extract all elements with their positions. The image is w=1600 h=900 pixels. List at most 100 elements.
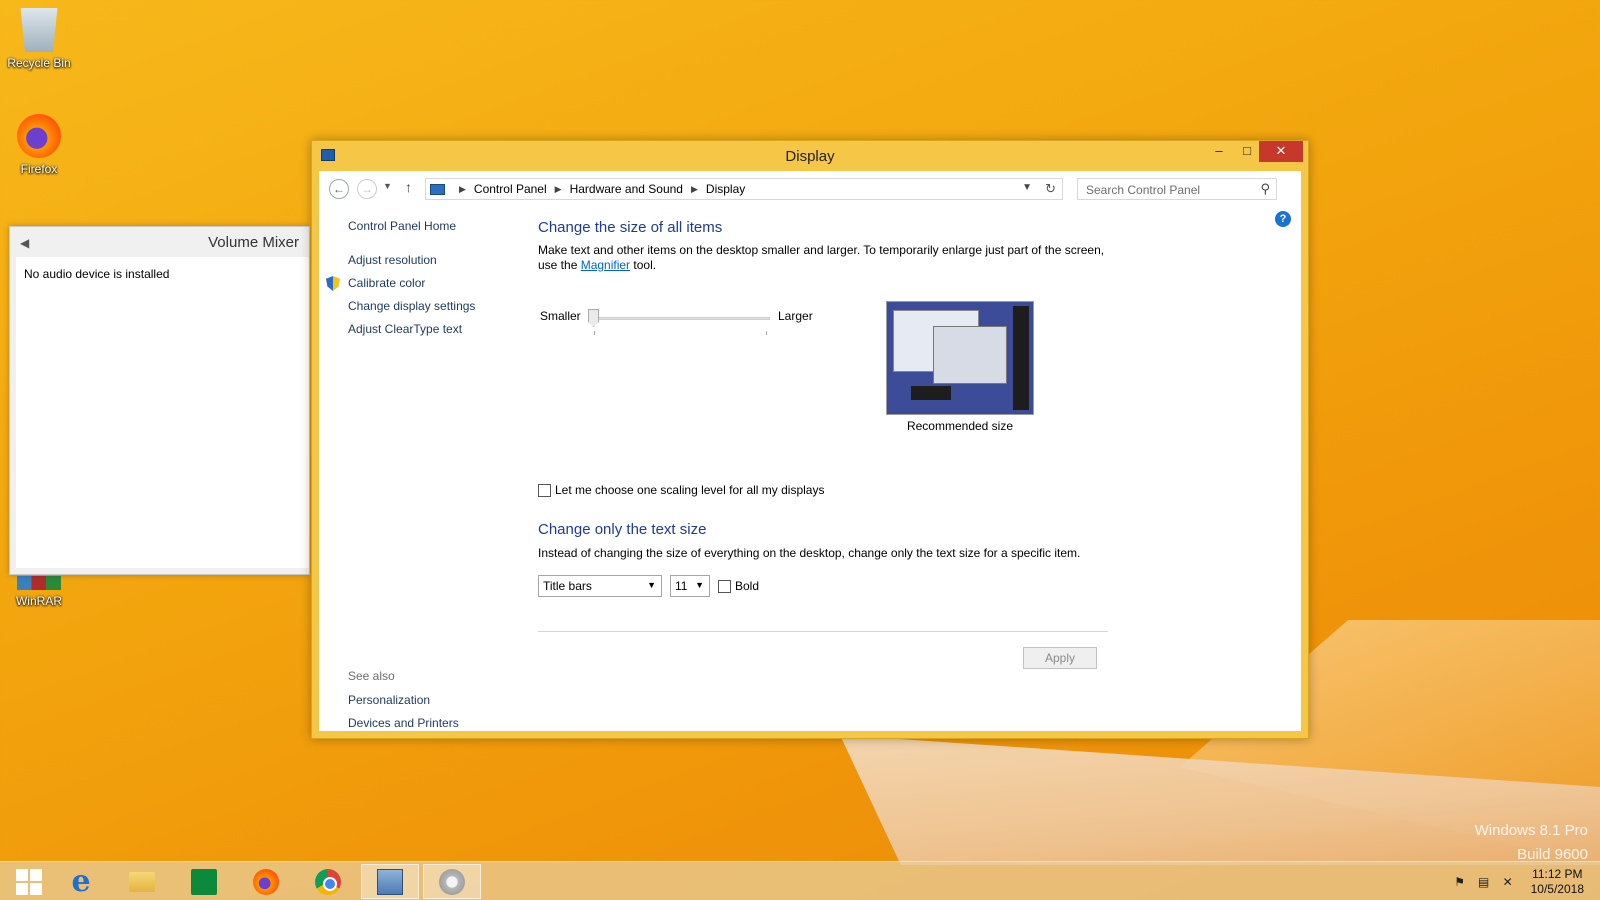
taskbar-store[interactable] [175,864,233,899]
taskbar-firefox[interactable] [237,864,295,899]
taskbar-chrome[interactable] [299,864,357,899]
scaling-checkbox-row[interactable]: Let me choose one scaling level for all … [538,483,824,497]
control-panel-icon [377,868,403,895]
bold-label[interactable]: Bold [735,579,759,593]
window-titlebar[interactable]: Display – □ ✕ [312,141,1308,171]
minimize-button[interactable]: – [1205,141,1233,162]
back-button[interactable]: ← [329,179,349,199]
desktop-icon-label: Recycle Bin [7,56,71,70]
clock-date: 10/5/2018 [1530,881,1584,896]
font-size-select[interactable]: 11 ▼ [670,575,710,597]
window-client: ← → ▼ ↑ ▶ Control Panel ▶ Hardware and S… [319,171,1301,731]
taskbar: e ⚑ ▤ ✕ 11:12 PM 10/5/2018 [0,861,1600,900]
store-icon [191,868,217,895]
main-content: Change the size of all items Make text a… [538,219,1108,669]
clock-time: 11:12 PM [1532,866,1583,881]
scaling-checkbox[interactable] [538,483,551,497]
forward-button[interactable]: → [357,179,377,199]
magnifier-link[interactable]: Magnifier [581,258,630,272]
display-window[interactable]: Display – □ ✕ ← → ▼ ↑ ▶ Control Panel ▶ … [311,140,1309,739]
bold-checkbox-row[interactable]: Bold [718,579,759,593]
address-bar[interactable]: ▶ Control Panel ▶ Hardware and Sound ▶ D… [425,178,1063,200]
desktop-icon-firefox[interactable]: Firefox [2,114,76,176]
control-panel-home-link[interactable]: Control Panel Home [348,219,528,233]
desktop-icon-winrar[interactable]: WinRAR [2,576,76,608]
shield-icon [326,276,340,291]
text-size-heading: Change only the text size [538,521,707,538]
change-display-settings-link[interactable]: Change display settings [348,299,528,313]
chevron-right-icon[interactable]: ▶ [691,184,698,195]
speaker-icon: ◀ [20,236,30,250]
speaker-icon [439,868,465,895]
search-icon[interactable]: ⚲ [1260,181,1270,197]
recommended-size-label: Recommended size [906,419,1014,433]
window-title: Display [785,148,835,165]
breadcrumb-hardware-and-sound[interactable]: Hardware and Sound [570,182,683,196]
slider-smaller-label: Smaller [540,309,581,323]
volume-mixer-window[interactable]: ◀ Volume Mixer No audio device is instal… [9,226,310,575]
preview-sidebar [1013,306,1029,410]
size-slider: Smaller Larger [538,309,838,339]
recent-locations-icon[interactable]: ▼ [383,181,392,191]
firefox-icon [253,868,279,895]
chrome-icon [315,868,341,895]
taskbar-control-panel[interactable] [361,864,419,899]
network-icon[interactable]: ▤ [1477,875,1491,889]
chevron-right-icon[interactable]: ▶ [555,184,562,195]
search-input[interactable]: Search Control Panel ⚲ [1077,178,1277,200]
taskbar-volume-mixer[interactable] [423,864,481,899]
computer-icon [430,183,445,195]
font-size-value: 11 [675,579,688,593]
slider-thumb[interactable] [588,309,599,327]
preview-window [933,326,1007,384]
close-button[interactable]: ✕ [1259,141,1303,162]
devices-and-printers-link[interactable]: Devices and Printers [348,716,459,730]
adjust-cleartype-link[interactable]: Adjust ClearType text [348,322,528,336]
breadcrumb-display[interactable]: Display [706,182,745,196]
refresh-icon[interactable]: ↻ [1045,181,1056,197]
watermark-edition: Windows 8.1 Pro [1474,822,1588,839]
adjust-resolution-link[interactable]: Adjust resolution [348,253,528,267]
folder-icon [129,871,155,892]
no-audio-message: No audio device is installed [24,267,170,281]
taskbar-file-explorer[interactable] [113,864,171,899]
apply-button[interactable]: Apply [1023,647,1097,669]
volume-mixer-titlebar[interactable]: ◀ Volume Mixer [10,227,309,257]
chevron-down-icon: ▼ [647,580,656,590]
taskbar-internet-explorer[interactable]: e [52,864,110,899]
winrar-icon [17,576,61,590]
size-description-tail: tool. [630,258,657,272]
scaling-checkbox-label[interactable]: Let me choose one scaling level for all … [555,483,824,497]
personalization-link[interactable]: Personalization [348,693,459,707]
maximize-button[interactable]: □ [1233,141,1261,162]
calibrate-color-label: Calibrate color [348,276,426,290]
recycle-bin-icon [20,8,58,52]
chevron-down-icon: ▼ [695,580,704,590]
calibrate-color-link[interactable]: Calibrate color [326,276,528,291]
up-button[interactable]: ↑ [405,179,412,195]
slider-tick [594,331,595,335]
item-select-value: Title bars [543,579,592,593]
help-icon[interactable]: ? [1275,211,1291,227]
desktop-icon-recycle-bin[interactable]: Recycle Bin [2,8,76,70]
chevron-right-icon[interactable]: ▶ [459,184,466,195]
volume-mixer-title: Volume Mixer [208,233,299,251]
item-select[interactable]: Title bars ▼ [538,575,662,597]
start-button[interactable] [0,864,58,899]
clock[interactable]: 11:12 PM 10/5/2018 [1531,867,1584,897]
text-size-description: Instead of changing the size of everythi… [538,546,1081,560]
navigation-bar: ← → ▼ ↑ ▶ Control Panel ▶ Hardware and S… [319,171,1301,207]
see-also-header: See also [348,669,395,683]
firefox-icon [17,114,61,158]
volume-muted-icon[interactable]: ✕ [1501,875,1515,889]
volume-mixer-body: No audio device is installed [16,257,309,568]
left-pane: Control Panel Home Adjust resolution Cal… [326,219,528,345]
windows-watermark: Windows 8.1 Pro Build 9600 [1475,819,1588,867]
chevron-down-icon[interactable]: ▼ [1022,182,1032,193]
bold-checkbox[interactable] [718,579,731,593]
slider-larger-label: Larger [778,309,813,323]
internet-explorer-icon: e [71,863,91,899]
breadcrumb-control-panel[interactable]: Control Panel [474,182,547,196]
slider-track[interactable] [594,317,770,320]
action-center-flag-icon[interactable]: ⚑ [1453,875,1467,889]
